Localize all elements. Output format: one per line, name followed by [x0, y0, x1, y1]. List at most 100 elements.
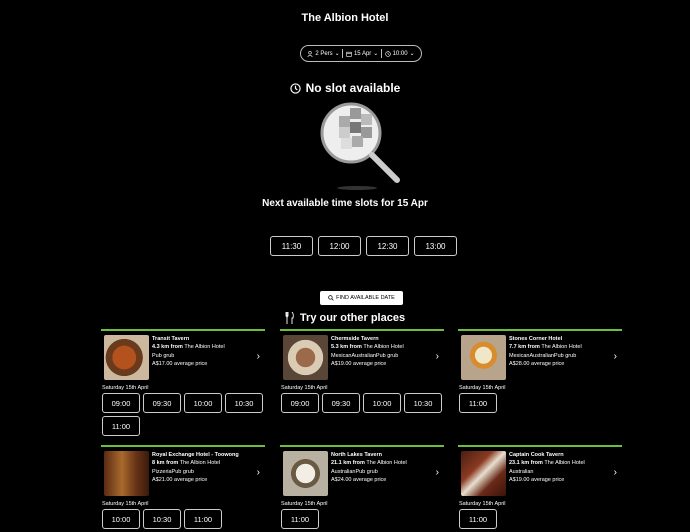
time-slots: 09:00 09:30 10:00 10:30 [281, 393, 447, 413]
time-slot-button[interactable]: 12:30 [366, 236, 409, 256]
place-card[interactable]: Captain Cook Tavern 23.1 km from The Alb… [458, 445, 622, 529]
time-slot-button[interactable]: 10:00 [102, 509, 140, 529]
next-slots-list: 11:30 12:00 12:30 13:00 [270, 236, 457, 256]
chevron-right-icon[interactable]: › [614, 467, 617, 478]
restaurant-title: The Albion Hotel [301, 12, 389, 24]
persons-selector[interactable]: 2 Pers ⌄ [307, 50, 340, 57]
chevron-down-icon: ⌄ [409, 51, 415, 57]
chevron-right-icon[interactable]: › [257, 351, 260, 362]
search-icon [328, 295, 334, 301]
place-cuisine: AustralianPub grub [331, 468, 378, 475]
booking-selector[interactable]: 2 Pers ⌄ 15 Apr ⌄ 10:00 ⌄ [300, 45, 422, 62]
place-card[interactable]: Stones Corner Hotel 7.7 km from The Albi… [458, 329, 622, 413]
place-cuisine: MexicanAustralianPub grub [331, 352, 399, 359]
time-slot-button[interactable]: 10:30 [404, 393, 442, 413]
place-card[interactable]: North Lakes Tavern 21.1 km from The Albi… [280, 445, 444, 529]
place-price: A$28.00 average price [509, 360, 565, 367]
chevron-right-icon[interactable]: › [436, 467, 439, 478]
no-slot-message: No slot available [305, 81, 401, 95]
place-price: A$17.00 average price [152, 360, 208, 367]
person-icon [307, 50, 313, 57]
place-photo [104, 451, 149, 496]
next-slots-heading: Next available time slots for 15 Apr [262, 198, 428, 209]
availability-date: Saturday 15th April [102, 501, 149, 507]
time-slots: 11:00 [459, 509, 625, 529]
time-slots: 11:00 [459, 393, 625, 413]
availability-date: Saturday 15th April [281, 501, 328, 507]
divider [342, 49, 344, 58]
time-slot-button[interactable]: 11:00 [459, 509, 497, 529]
place-distance: 23.1 km from The Albion Hotel [509, 460, 585, 467]
place-price: A$21.00 average price [152, 476, 208, 483]
place-name: Transit Tavern [152, 336, 190, 342]
time-slot-button[interactable]: 12:00 [318, 236, 361, 256]
time-slot-button[interactable]: 11:00 [281, 509, 319, 529]
place-photo [283, 451, 328, 496]
place-distance: 21.1 km from The Albion Hotel [331, 460, 407, 467]
availability-date: Saturday 15th April [459, 385, 506, 391]
time-slot-button[interactable]: 10:00 [363, 393, 401, 413]
clock-icon [289, 82, 301, 94]
clock-icon [384, 50, 391, 57]
place-name: Captain Cook Tavern [509, 452, 564, 458]
place-card[interactable]: Transit Tavern 4.3 km from The Albion Ho… [101, 329, 265, 436]
find-available-date-label: FIND AVAILABLE DATE [336, 295, 395, 301]
date-selector[interactable]: 15 Apr ⌄ [346, 50, 378, 57]
place-name: Royal Exchange Hotel - Toowong [152, 452, 239, 458]
availability-date: Saturday 15th April [459, 501, 506, 507]
time-slot-button[interactable]: 09:30 [143, 393, 181, 413]
time-slots: 09:00 09:30 10:00 10:30 11:00 [102, 393, 268, 436]
time-slot-button[interactable]: 11:00 [102, 416, 140, 436]
place-price: A$19.00 average price [509, 476, 565, 483]
place-photo [461, 335, 506, 380]
time-slot-button[interactable]: 09:30 [322, 393, 360, 413]
time-slot-button[interactable]: 13:00 [414, 236, 457, 256]
place-cuisine: Australian [509, 468, 534, 475]
time-slot-button[interactable]: 09:00 [281, 393, 319, 413]
no-slot-status: No slot available [0, 81, 690, 95]
time-slot-button[interactable]: 10:30 [143, 509, 181, 529]
place-photo [104, 335, 149, 380]
chevron-right-icon[interactable]: › [257, 467, 260, 478]
place-distance: 7.7 km from The Albion Hotel [509, 344, 582, 351]
chevron-down-icon: ⌄ [334, 51, 340, 57]
place-photo [283, 335, 328, 380]
place-cuisine: PizzeriaPub grub [152, 468, 194, 475]
chevron-right-icon[interactable]: › [614, 351, 617, 362]
time-slot-button[interactable]: 10:00 [184, 393, 222, 413]
time-slot-button[interactable]: 11:00 [184, 509, 222, 529]
place-name: Stones Corner Hotel [509, 336, 563, 342]
availability-date: Saturday 15th April [102, 385, 149, 391]
cutlery-icon [285, 312, 294, 324]
place-distance: 5.3 km from The Albion Hotel [331, 344, 404, 351]
place-name: North Lakes Tavern [331, 452, 382, 458]
place-name: Chermside Tavern [331, 336, 379, 342]
place-photo [461, 451, 506, 496]
chevron-right-icon[interactable]: › [436, 351, 439, 362]
time-slot-button[interactable]: 11:00 [459, 393, 497, 413]
time-slot-button[interactable]: 10:30 [225, 393, 263, 413]
magnifier-illustration [320, 102, 400, 190]
time-slots: 11:00 [281, 509, 447, 529]
place-cuisine: Pub grub [152, 352, 175, 359]
place-price: A$24.00 average price [331, 476, 387, 483]
place-card[interactable]: Chermside Tavern 5.3 km from The Albion … [280, 329, 444, 413]
date-value: 15 Apr [353, 50, 372, 57]
time-value: 10:00 [392, 50, 408, 57]
calendar-icon [346, 51, 352, 57]
availability-date: Saturday 15th April [281, 385, 328, 391]
time-slots: 10:00 10:30 11:00 [102, 509, 268, 529]
place-distance: 4.3 km from The Albion Hotel [152, 344, 225, 351]
persons-value: 2 Pers [315, 50, 333, 57]
other-places-label: Try our other places [299, 312, 406, 324]
chevron-down-icon: ⌄ [373, 51, 379, 57]
find-available-date-button[interactable]: FIND AVAILABLE DATE [320, 291, 403, 305]
other-places-heading: Try our other places [0, 312, 690, 324]
time-selector[interactable]: 10:00 ⌄ [384, 50, 415, 57]
time-slot-button[interactable]: 09:00 [102, 393, 140, 413]
place-cuisine: MexicanAustralianPub grub [509, 352, 577, 359]
time-slot-button[interactable]: 11:30 [270, 236, 313, 256]
place-distance: 8 km from The Albion Hotel [152, 460, 221, 467]
place-card[interactable]: Royal Exchange Hotel - Toowong 8 km from… [101, 445, 265, 529]
place-price: A$19.00 average price [331, 360, 387, 367]
